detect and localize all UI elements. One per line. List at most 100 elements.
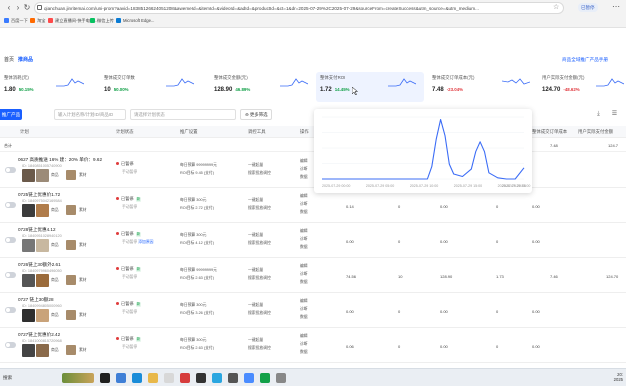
download-icon[interactable]: ⤓ xyxy=(594,110,603,119)
plan-toggle[interactable] xyxy=(5,237,16,243)
column-header[interactable]: 推广设置 xyxy=(180,126,198,138)
boost-tool[interactable]: 一键起量 xyxy=(248,303,263,308)
metric-card[interactable]: 整体消耗(元) 1.80 50.15% xyxy=(0,72,100,102)
table-row[interactable]: 0728链上优惠4.12 ID: 1840951028940120 商品 素材 已暂停新… xyxy=(0,224,626,258)
metric-card[interactable]: 用户实际支付金额(元) 124.70 -48.62% xyxy=(538,72,626,102)
data-link[interactable]: 数据 xyxy=(300,350,308,355)
metric-card-active[interactable]: 整体支付ROI 1.72 14.45% xyxy=(316,72,424,102)
roi-target[interactable]: ROI目标 2.72 (支付) xyxy=(180,206,214,211)
search-control-tool[interactable]: 搜索投放调控 xyxy=(248,346,271,351)
bookmark[interactable]: Microsoft Edge... xyxy=(116,16,154,26)
data-link[interactable]: 数据 xyxy=(300,245,308,250)
plan-name[interactable]: 0728链上优惠4.12 xyxy=(18,227,56,233)
edit-link[interactable]: 编辑 xyxy=(300,194,308,199)
column-header[interactable]: 整体成交订单成本 xyxy=(532,126,567,138)
data-link[interactable]: 数据 xyxy=(300,175,308,180)
roi-target[interactable]: ROI目标 3.26 (支付) xyxy=(180,311,214,316)
app-icon[interactable] xyxy=(212,373,222,383)
boost-tool[interactable]: 一键起量 xyxy=(248,163,263,168)
metric-card[interactable]: 整体成交订单数 10 50.00% xyxy=(100,72,210,102)
browser-paused-button[interactable]: 已暂停 xyxy=(578,3,598,12)
breadcrumb-current[interactable]: 推商品 xyxy=(18,54,33,66)
boost-tool[interactable]: 一键起量 xyxy=(248,198,263,203)
status-select[interactable]: 请选择计划状态 xyxy=(130,109,236,120)
search-control-tool[interactable]: 搜索投放调控 xyxy=(248,276,271,281)
plan-toggle[interactable] xyxy=(5,272,16,278)
edit-link[interactable]: 编辑 xyxy=(300,299,308,304)
boost-tool[interactable]: 一键起量 xyxy=(248,268,263,273)
more-filter-button[interactable]: ⊜ 更多筛选 xyxy=(240,109,273,120)
diagnose-link[interactable]: 诊断 xyxy=(300,202,308,207)
roi-target[interactable]: ROI目标 2.63 (支付) xyxy=(180,276,214,281)
metric-card[interactable]: 整体成交订单成本(元) 7.48 -23.04% xyxy=(428,72,536,102)
plan-toggle[interactable] xyxy=(5,167,16,173)
data-link[interactable]: 数据 xyxy=(300,280,308,285)
search-control-tool[interactable]: 搜索投放调控 xyxy=(248,311,271,316)
plan-name[interactable]: 0727 链上30额28 xyxy=(18,297,54,303)
edit-link[interactable]: 编辑 xyxy=(300,229,308,234)
plan-name[interactable]: 0627 高质推送 16% 建：20% 单价：9.62 xyxy=(18,157,102,163)
taskbar-widget[interactable] xyxy=(62,373,94,383)
app-icon[interactable] xyxy=(228,373,238,383)
refresh-icon[interactable]: ↻ xyxy=(22,3,32,13)
breadcrumb-home[interactable]: 首页 xyxy=(4,54,14,66)
search-input[interactable]: 输入计划名称/计划ID/商品ID xyxy=(54,109,126,120)
taskbar-search[interactable]: 搜索 xyxy=(3,373,12,383)
plan-toggle[interactable] xyxy=(5,342,16,348)
roi-target[interactable]: ROI目标 4.12 (支付) xyxy=(180,241,214,246)
roi-target[interactable]: ROI目标 2.63 (支付) xyxy=(180,346,214,351)
star-icon[interactable]: ☆ xyxy=(553,3,559,11)
folder-icon[interactable] xyxy=(148,373,158,383)
bookmark[interactable]: 微信上传 xyxy=(90,16,114,26)
edge-icon[interactable] xyxy=(132,373,142,383)
column-header[interactable]: 计划状态 xyxy=(116,126,134,138)
start-icon[interactable] xyxy=(100,373,110,383)
settings-icon[interactable]: ☰ xyxy=(610,110,619,119)
boost-tool[interactable]: 一键起量 xyxy=(248,338,263,343)
diagnose-link[interactable]: 诊断 xyxy=(300,307,308,312)
column-header[interactable]: 调控工具 xyxy=(248,126,266,138)
bookmark[interactable]: 百度一下 xyxy=(4,16,28,26)
column-header[interactable]: 计划 xyxy=(20,126,29,138)
diagnose-link[interactable]: 诊断 xyxy=(300,167,308,172)
wechat-icon[interactable] xyxy=(260,373,270,383)
metric-card[interactable]: 整体成交金额(元) 128.90 46.89% xyxy=(210,72,314,102)
search-control-tool[interactable]: 搜索投放调控 xyxy=(248,241,271,246)
plan-toggle[interactable] xyxy=(5,202,16,208)
app-icon[interactable] xyxy=(276,373,286,383)
search-control-tool[interactable]: 搜索投放调控 xyxy=(248,171,271,176)
app-icon[interactable] xyxy=(164,373,174,383)
search-control-tool[interactable]: 搜索投放调控 xyxy=(248,206,271,211)
roi-target[interactable]: ROI目标 9.45 (支付) xyxy=(180,171,214,176)
app-icon[interactable] xyxy=(196,373,206,383)
add-reason-link[interactable]: 添加原因 xyxy=(138,240,153,244)
plan-toggle[interactable] xyxy=(5,307,16,313)
wps-icon[interactable] xyxy=(180,373,190,383)
edit-link[interactable]: 编辑 xyxy=(300,159,308,164)
column-header[interactable]: 用户实际支付金额 xyxy=(578,126,613,138)
files-icon[interactable] xyxy=(116,373,126,383)
help-link[interactable]: 商品全域推广产品手册 xyxy=(562,54,608,66)
app-icon[interactable] xyxy=(244,373,254,383)
boost-tool[interactable]: 一键起量 xyxy=(248,233,263,238)
column-header[interactable]: 操作 xyxy=(300,126,309,138)
table-row[interactable]: 0627 高质推送 16% 建：20% 单价：9.62 ID: 184085100… xyxy=(0,154,626,188)
edit-link[interactable]: 编辑 xyxy=(300,264,308,269)
edit-link[interactable]: 编辑 xyxy=(300,334,308,339)
plan-name[interactable]: 0726链上30额外2.61 xyxy=(18,262,61,268)
address-bar[interactable]: qianchuan.jinritemai.com/uni-prom?aavid=… xyxy=(34,2,564,14)
table-row[interactable]: 0726链上30额外2.61 ID: 1840979960496050 商品 素材 已暂… xyxy=(0,259,626,293)
diagnose-link[interactable]: 诊断 xyxy=(300,342,308,347)
data-link[interactable]: 数据 xyxy=(300,315,308,320)
plan-name[interactable]: 0725链上优惠价1.72 xyxy=(18,192,60,198)
bookmark[interactable]: 淘宝 xyxy=(30,16,45,26)
diagnose-link[interactable]: 诊断 xyxy=(300,272,308,277)
create-promotion-button[interactable]: 推广产品 xyxy=(0,109,22,120)
more-icon[interactable]: ⋯ xyxy=(612,2,620,11)
table-row[interactable]: 0727 链上30额28 ID: 1840994805000960 商品 素材 已暂停新… xyxy=(0,294,626,328)
table-row[interactable]: 0727链上优惠价2.42 ID: 1841000815720968 商品 素材 已暂停… xyxy=(0,329,626,363)
table-row[interactable]: 0725链上优惠价1.72 ID: 1840975042169584 商品 素材 已暂停… xyxy=(0,189,626,223)
plan-name[interactable]: 0727链上优惠价2.42 xyxy=(18,332,60,338)
diagnose-link[interactable]: 诊断 xyxy=(300,237,308,242)
data-link[interactable]: 数据 xyxy=(300,210,308,215)
